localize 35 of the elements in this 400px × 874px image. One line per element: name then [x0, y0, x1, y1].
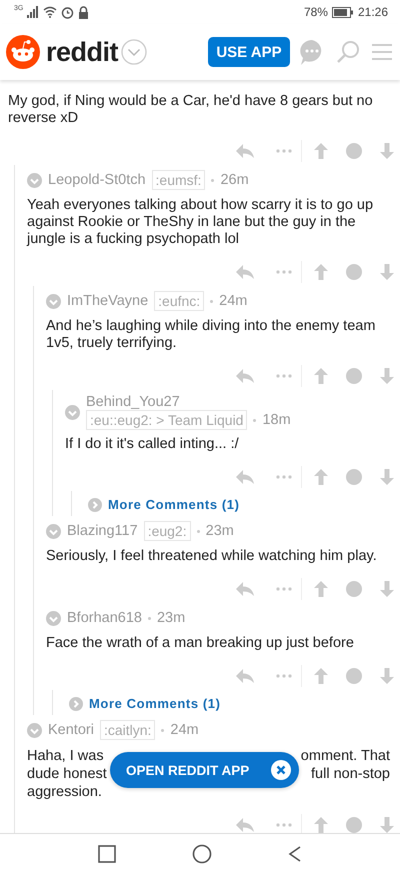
comment-text: And he’s laughing while diving into the enemy team 1v5, truely terrifying. — [46, 318, 376, 352]
comment-text: Yeah everyones talking about how scarry it is to go up against Rookie or TheShy in lane but the guy in the jungle is a fucking psychopath lol — [27, 197, 374, 248]
comment-author[interactable]: Bforhan618 — [67, 610, 142, 626]
comment-text: omment. That — [300, 747, 390, 765]
comment-author[interactable]: ImTheVayne — [67, 293, 148, 309]
comment-time: 18m — [262, 412, 291, 428]
more-comments-link[interactable]: More Comments (1) — [84, 491, 400, 516]
comment-time: 23m — [206, 523, 234, 539]
comment-text: Seriously, I feel threatened while watching him play. — [46, 548, 378, 565]
user-flair: :eug2: — [144, 521, 191, 541]
user-flair: :caitlyn: — [100, 720, 156, 740]
comment-text: My god, if Ning would be a Car, he'd have 8 gears but no reverse xD — [8, 93, 374, 127]
comment-text: aggression. — [27, 783, 102, 801]
user-flair: :eumsf: — [152, 170, 206, 190]
comment-author[interactable]: Kentori — [48, 722, 94, 738]
battery-percent: 78% — [304, 5, 328, 19]
comment-time: 23m — [156, 610, 186, 626]
more-comments-link[interactable]: More Comments (1) — [65, 690, 400, 715]
comment-text: full non-stop — [311, 765, 390, 783]
user-flair: :eu::eug2: > Team Liquid — [86, 410, 248, 430]
comment-text: Haha, I was — [27, 747, 104, 765]
comment-author[interactable]: Leopold-St0tch — [48, 172, 146, 188]
comment-time: 24m — [219, 293, 248, 309]
use-app-button[interactable]: USE APP — [208, 37, 290, 67]
comment-time: 26m — [220, 172, 249, 188]
comment-text: Face the wrath of a man breaking up just before — [46, 635, 355, 652]
comment-text: If I do it it's called inting... :/ — [65, 436, 240, 453]
comment-time: 24m — [170, 722, 199, 738]
reddit-wordmark[interactable]: reddit — [46, 36, 118, 68]
comment-author[interactable]: Behind_You27 — [86, 394, 291, 410]
comment-author[interactable]: Blazing117 — [67, 523, 138, 539]
user-flair: :eufnc: — [154, 291, 204, 311]
open-app-button[interactable]: OPEN REDDIT APP — [110, 752, 299, 788]
clock-time: 21:26 — [358, 5, 388, 19]
comment-text: dude honest — [27, 765, 107, 783]
